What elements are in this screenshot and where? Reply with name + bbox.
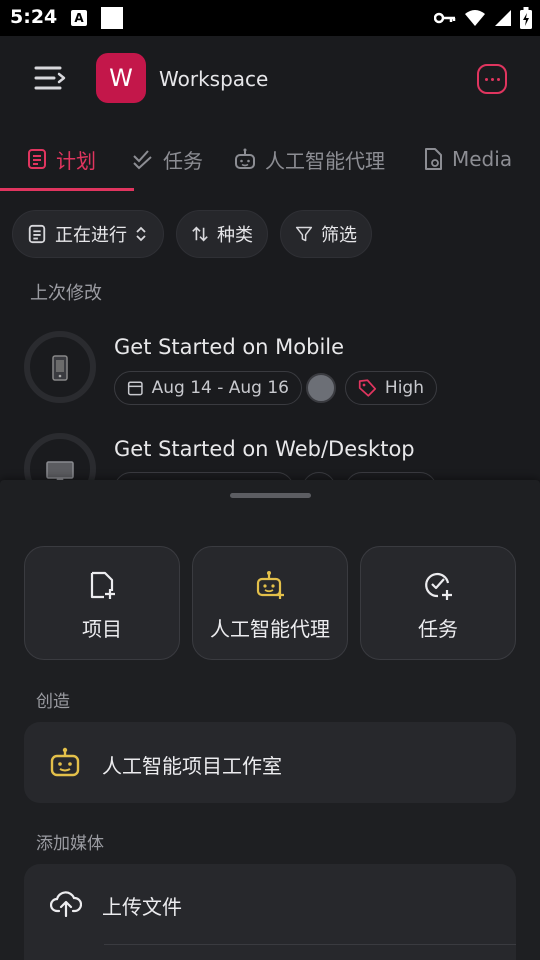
checkmarks-icon bbox=[133, 150, 152, 170]
signal-icon bbox=[495, 10, 511, 26]
menu-button[interactable] bbox=[30, 62, 70, 94]
tab-label: 计划 bbox=[56, 148, 96, 173]
last-modified-label: 上次修改 bbox=[30, 283, 102, 304]
media-card: 上传文件 bbox=[24, 864, 516, 960]
ai-project-studio-item[interactable]: 人工智能项目工作室 bbox=[24, 722, 516, 803]
active-tab-indicator bbox=[0, 188, 134, 191]
dot-icon bbox=[497, 78, 500, 81]
robot-icon bbox=[235, 148, 255, 169]
tab-media[interactable]: Media bbox=[422, 142, 512, 176]
wifi-icon bbox=[465, 10, 485, 26]
tab-ai-agents[interactable]: 人工智能代理 bbox=[233, 142, 385, 176]
add-task-icon bbox=[425, 572, 452, 600]
tag-icon bbox=[358, 379, 377, 397]
new-project-tile[interactable]: 项目 bbox=[24, 546, 180, 660]
calendar-icon bbox=[127, 381, 143, 396]
create-section-label: 创造 bbox=[36, 692, 70, 712]
filter-label: 筛选 bbox=[321, 225, 357, 246]
upload-file-item[interactable]: 上传文件 bbox=[24, 864, 516, 944]
chevron-up-down-icon bbox=[136, 226, 146, 242]
plan-icon bbox=[28, 224, 46, 244]
tab-label: 任务 bbox=[163, 148, 203, 173]
vpn-key-icon bbox=[434, 12, 456, 24]
status-icons bbox=[434, 6, 532, 30]
status-filter-label: 正在进行 bbox=[55, 225, 127, 246]
status-time: 5:24 bbox=[10, 6, 58, 28]
robot-icon bbox=[50, 747, 80, 777]
app-root: 5:24 A W Workspace 计划 任务 人工智能代理 Media 正在… bbox=[0, 0, 540, 960]
dot-icon bbox=[485, 78, 488, 81]
filter-chip[interactable]: 筛选 bbox=[280, 210, 372, 258]
tab-label: 人工智能代理 bbox=[265, 148, 385, 173]
workspace-name[interactable]: Workspace bbox=[159, 67, 268, 91]
new-ai-agent-tile[interactable]: 人工智能代理 bbox=[192, 546, 348, 660]
item-title: Get Started on Mobile bbox=[114, 335, 345, 359]
ai-project-studio-label: 人工智能项目工作室 bbox=[102, 754, 282, 778]
app-header: W Workspace bbox=[0, 36, 540, 122]
workspace-avatar[interactable]: W bbox=[96, 53, 146, 103]
funnel-icon bbox=[295, 226, 313, 242]
sort-arrows-icon bbox=[192, 226, 208, 242]
plan-icon bbox=[28, 149, 46, 169]
tab-label: Media bbox=[452, 147, 513, 171]
battery-charging-icon bbox=[520, 7, 532, 29]
notification-a-icon: A bbox=[71, 10, 87, 26]
date-range-text: Aug 14 - Aug 16 bbox=[151, 378, 289, 398]
priority-pill[interactable]: High bbox=[345, 371, 437, 405]
item-icon-circle bbox=[24, 331, 96, 403]
add-media-section-label: 添加媒体 bbox=[36, 834, 104, 854]
cloud-upload-icon bbox=[50, 891, 82, 917]
sort-label: 种类 bbox=[217, 225, 253, 246]
date-range-pill[interactable]: Aug 14 - Aug 16 bbox=[114, 371, 302, 405]
assignee-avatar[interactable] bbox=[306, 373, 336, 403]
upload-file-label: 上传文件 bbox=[102, 895, 182, 919]
phone-icon bbox=[52, 355, 68, 381]
status-bar: 5:24 A bbox=[0, 0, 540, 36]
add-robot-icon bbox=[256, 571, 284, 599]
notification-square-icon bbox=[101, 7, 123, 29]
priority-text: High bbox=[384, 378, 424, 398]
new-project-icon bbox=[90, 571, 115, 599]
tile-label: 任务 bbox=[418, 617, 458, 641]
sort-chip[interactable]: 种类 bbox=[176, 210, 268, 258]
row-divider bbox=[104, 944, 516, 945]
tab-bar: 计划 任务 人工智能代理 Media bbox=[0, 122, 540, 192]
tab-plan[interactable]: 计划 bbox=[26, 142, 96, 176]
more-options-button[interactable] bbox=[477, 64, 507, 94]
new-task-tile[interactable]: 任务 bbox=[360, 546, 516, 660]
tab-tasks[interactable]: 任务 bbox=[131, 142, 203, 176]
tile-label: 人工智能代理 bbox=[210, 617, 330, 641]
tile-label: 项目 bbox=[82, 617, 122, 641]
menu-collapse-icon bbox=[34, 66, 66, 90]
status-filter-chip[interactable]: 正在进行 bbox=[12, 210, 164, 258]
item-title: Get Started on Web/Desktop bbox=[114, 437, 415, 461]
media-file-icon bbox=[425, 148, 442, 170]
dot-icon bbox=[491, 78, 494, 81]
sheet-drag-handle[interactable] bbox=[230, 493, 311, 498]
create-bottom-sheet: 项目 人工智能代理 任务 创造 人工智能项目工作室 添加媒体 上传文件 bbox=[0, 480, 540, 960]
